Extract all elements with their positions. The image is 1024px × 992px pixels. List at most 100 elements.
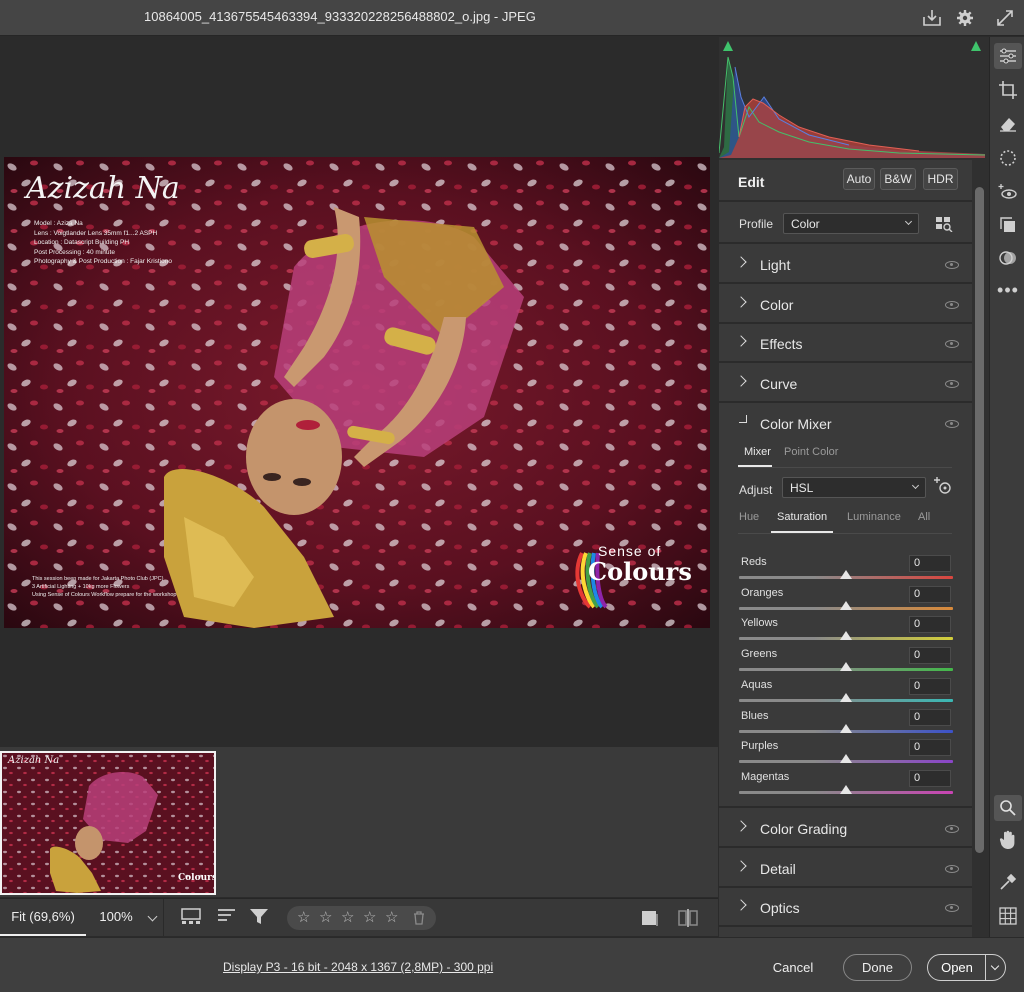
chevron-down-icon[interactable] (147, 911, 158, 922)
slider-thumb[interactable] (840, 754, 852, 764)
section-color-grading[interactable]: Color Grading (719, 810, 972, 848)
chevron-right-icon (735, 899, 747, 911)
fullscreen-icon[interactable] (994, 7, 1016, 29)
slider-thumb[interactable] (840, 784, 852, 794)
filmstrip-thumbnail[interactable]: Azizah Na Colours (0, 751, 216, 895)
tab-mixer[interactable]: Mixer (744, 446, 771, 458)
section-curve[interactable]: Curve (719, 365, 972, 403)
section-color[interactable]: Color (719, 286, 972, 324)
section-optics[interactable]: Optics (719, 889, 972, 927)
section-effects[interactable]: Effects (719, 325, 972, 363)
slider-value-input[interactable]: 0 (909, 647, 951, 665)
section-label: Light (760, 257, 791, 273)
slider-value-input[interactable]: 0 (909, 677, 951, 695)
done-button[interactable]: Done (843, 954, 912, 981)
zoom-icon[interactable] (994, 795, 1022, 821)
saturation-slider-blues[interactable]: Blues 0 (719, 708, 972, 739)
subtab-saturation[interactable]: Saturation (777, 511, 827, 523)
saturation-slider-aquas[interactable]: Aquas 0 (719, 677, 972, 708)
eye-icon[interactable] (945, 904, 959, 912)
slider-thumb[interactable] (840, 723, 852, 733)
zoom-fit-button[interactable]: Fit (69,6%) (0, 899, 86, 936)
slider-thumb[interactable] (840, 692, 852, 702)
snapshots-icon[interactable] (994, 212, 1022, 238)
star-icon[interactable]: ☆ (319, 908, 332, 926)
gear-icon[interactable] (954, 7, 976, 29)
slider-value-input[interactable]: 0 (909, 555, 951, 572)
adjust-select[interactable]: HSL (782, 477, 926, 498)
crop-icon[interactable] (994, 77, 1022, 103)
credit-line: Model : Aziza Na (34, 220, 83, 227)
chevron-right-icon (735, 335, 747, 347)
hand-icon[interactable] (994, 827, 1022, 853)
slider-value-input[interactable]: 0 (909, 739, 951, 757)
hdr-button[interactable]: HDR (923, 168, 958, 190)
bw-button[interactable]: B&W (880, 168, 916, 190)
credit-line: Location : Datascript Building PH (34, 239, 130, 246)
open-button[interactable]: Open (928, 955, 986, 980)
star-icon[interactable]: ☆ (385, 908, 398, 926)
saturation-slider-magentas[interactable]: Magentas 0 (719, 769, 972, 800)
profile-select[interactable]: Color (783, 213, 919, 234)
slider-value-input[interactable]: 0 (909, 585, 951, 603)
edit-panel-body: Edit Auto B&W HDR Profile Color Light Co… (719, 160, 972, 937)
panel-scrollbar[interactable] (975, 187, 984, 853)
red-eye-icon[interactable] (994, 179, 1022, 205)
slider-value-input[interactable]: 0 (909, 616, 951, 634)
photo-script-title: Azizah Na (26, 171, 180, 206)
more-icon[interactable]: ••• (994, 277, 1022, 303)
grid-icon[interactable] (994, 903, 1022, 929)
section-label: Color (760, 297, 794, 313)
subtab-all[interactable]: All (918, 511, 930, 523)
chevron-down-icon[interactable] (990, 961, 1000, 971)
slider-value-input[interactable]: 0 (909, 769, 951, 787)
saturation-slider-greens[interactable]: Greens 0 (719, 646, 972, 677)
eyedropper-icon[interactable] (994, 869, 1022, 895)
zoom-percent-button[interactable]: 100% (88, 899, 144, 936)
saturation-slider-yellows[interactable]: Yellows 0 (719, 615, 972, 646)
subtab-luminance[interactable]: Luminance (847, 511, 901, 523)
section-detail[interactable]: Detail (719, 850, 972, 888)
eye-icon[interactable] (945, 340, 959, 348)
auto-button[interactable]: Auto (843, 168, 875, 190)
eye-icon[interactable] (945, 420, 959, 428)
before-after-icon[interactable] (641, 909, 659, 932)
star-icon[interactable]: ☆ (363, 908, 376, 926)
cancel-button[interactable]: Cancel (759, 954, 827, 981)
workflow-options-link[interactable]: Display P3 - 16 bit - 2048 x 1367 (2,8MP… (223, 960, 493, 974)
profile-browser-icon[interactable] (935, 216, 953, 235)
slider-thumb[interactable] (840, 600, 852, 610)
saturation-slider-purples[interactable]: Purples 0 (719, 738, 972, 769)
tab-point-color[interactable]: Point Color (784, 446, 838, 458)
slider-label: Purples (741, 740, 779, 753)
saturation-slider-reds[interactable]: Reds 0 (719, 554, 972, 585)
eye-icon[interactable] (945, 380, 959, 388)
trash-icon[interactable] (413, 911, 425, 928)
targeted-adjustment-icon[interactable] (933, 477, 953, 498)
photo-preview[interactable]: Azizah Na Model : Aziza Na Lens : Voigtl… (4, 157, 710, 628)
filter-icon[interactable] (249, 907, 269, 930)
slider-thumb[interactable] (840, 631, 852, 641)
saturation-slider-oranges[interactable]: Oranges 0 (719, 585, 972, 616)
star-icon[interactable]: ☆ (341, 908, 354, 926)
chevron-right-icon (735, 296, 747, 308)
eye-icon[interactable] (945, 865, 959, 873)
eraser-icon[interactable] (994, 111, 1022, 137)
edit-sliders-icon[interactable] (994, 43, 1022, 69)
sort-icon[interactable] (217, 907, 237, 930)
eye-icon[interactable] (945, 825, 959, 833)
slider-thumb[interactable] (840, 570, 852, 579)
eye-icon[interactable] (945, 301, 959, 309)
slider-value-input[interactable]: 0 (909, 708, 951, 726)
presets-icon[interactable] (994, 245, 1022, 271)
section-light[interactable]: Light (719, 246, 972, 284)
save-icon[interactable] (921, 7, 943, 29)
filmstrip-view-icon[interactable] (181, 907, 201, 930)
subtab-hue[interactable]: Hue (739, 511, 759, 523)
split-view-icon[interactable] (678, 909, 698, 932)
slider-thumb[interactable] (840, 662, 852, 672)
mask-icon[interactable] (994, 145, 1022, 171)
color-mixer-header[interactable]: Color Mixer (719, 405, 972, 443)
star-icon[interactable]: ☆ (297, 908, 310, 926)
eye-icon[interactable] (945, 261, 959, 269)
